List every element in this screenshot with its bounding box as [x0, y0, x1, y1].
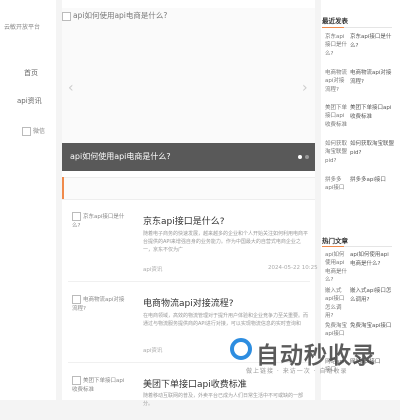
left-column	[0, 0, 56, 400]
article-tag[interactable]: api资讯	[143, 265, 162, 273]
article-thumb[interactable]: 电商物流api对接流程?	[72, 295, 126, 339]
article-title[interactable]: 京东api接口是什么?	[143, 214, 225, 227]
article-thumb[interactable]: 京东api接口是什么?	[72, 212, 126, 256]
slider-image[interactable]: api如何使用api电商是什么?	[62, 10, 167, 21]
article-desc: 随着电子商务的快速发展，越来越多的企业和个人开始关注如何利用电商平台提供的API…	[143, 231, 309, 253]
broken-image-icon	[22, 127, 31, 136]
recent-post-title[interactable]: 电商物流api对接流程?	[350, 69, 394, 87]
site-name[interactable]: 云敏开放平台	[4, 22, 40, 31]
recent-post-title[interactable]: 京东api接口是什么?	[350, 33, 394, 51]
recent-post-thumb[interactable]: 京东api接口是什么?	[325, 33, 347, 58]
hot-post-thumb[interactable]: api如何使用api电商是什么?	[325, 251, 347, 284]
article-desc: 随着移动互联网的普及，外卖平台已成为人们日常生活中不可或缺的一部分。	[143, 393, 304, 407]
recent-post-title[interactable]: 美团下单接口api收费标准	[350, 104, 394, 122]
hot-post-title[interactable]: 嵌入式api接口怎么调用?	[350, 287, 394, 305]
watermark-logo-icon	[230, 338, 252, 360]
heading-accent-line	[322, 27, 344, 28]
nav-item-api-news[interactable]: api资讯	[17, 96, 42, 106]
article-date: 2024-05-22 10:25	[268, 265, 318, 271]
recent-post-thumb[interactable]: 拼多多api接口	[325, 176, 347, 193]
hot-post-thumb[interactable]: 嵌入式api接口怎么调用?	[325, 287, 347, 320]
article-tag[interactable]: api资讯	[143, 346, 162, 354]
hot-post-title[interactable]: 免费淘宝api接口	[350, 322, 394, 331]
watermark-slogan: 做上链接 · 来访一次 · 自动收录	[246, 368, 348, 375]
article-title[interactable]: 电商物流api对接流程?	[143, 296, 234, 309]
recent-post-thumb[interactable]: 美团下单接口api收费标准	[325, 104, 347, 129]
heading-accent-line	[322, 246, 344, 247]
article-title[interactable]: 美团下单接口api收费标准	[143, 377, 247, 390]
slider-next-arrow-icon[interactable]: ›	[302, 80, 308, 96]
broken-image-icon	[72, 295, 81, 304]
slider-dot[interactable]	[305, 155, 309, 159]
article-desc: 在电商领域，高效的物流管理对于提升用户体验和企业竞争力至关重要。而通过与物流服务…	[143, 313, 309, 327]
watermark-logo-text: 自动秒收录	[256, 343, 376, 369]
recent-post-title[interactable]: 如何获取淘宝联盟pid?	[350, 140, 394, 158]
recent-post-thumb[interactable]: 电商物流api对接流程?	[325, 69, 347, 94]
slider-image-alt: api如何使用api电商是什么?	[73, 11, 168, 20]
recent-post-title[interactable]: 拼多多api接口	[350, 176, 394, 185]
nav-item-home[interactable]: 首页	[24, 68, 38, 78]
divider	[68, 281, 310, 282]
slider-caption[interactable]: api如何使用api电商是什么?	[70, 151, 171, 162]
section-accent-line	[62, 177, 64, 199]
recent-posts-heading: 最近发表	[322, 17, 348, 25]
article-thumb[interactable]: 美团下单接口api收费标准	[72, 376, 126, 420]
hot-post-title[interactable]: api如何使用api电商是什么?	[350, 251, 394, 269]
section-header-bar	[62, 177, 315, 200]
broken-image-icon	[72, 376, 81, 385]
hot-posts-heading: 热门文章	[322, 237, 348, 245]
broken-image-icon	[72, 212, 81, 221]
slider-dot-active[interactable]	[298, 155, 302, 159]
recent-post-thumb[interactable]: 如何获取淘宝联盟pid?	[325, 140, 347, 165]
wechat-qrcode-image: 微信	[22, 126, 45, 136]
wechat-image-alt: 微信	[33, 128, 46, 135]
slider-prev-arrow-icon[interactable]: ‹	[68, 80, 74, 96]
broken-image-icon	[62, 11, 71, 21]
